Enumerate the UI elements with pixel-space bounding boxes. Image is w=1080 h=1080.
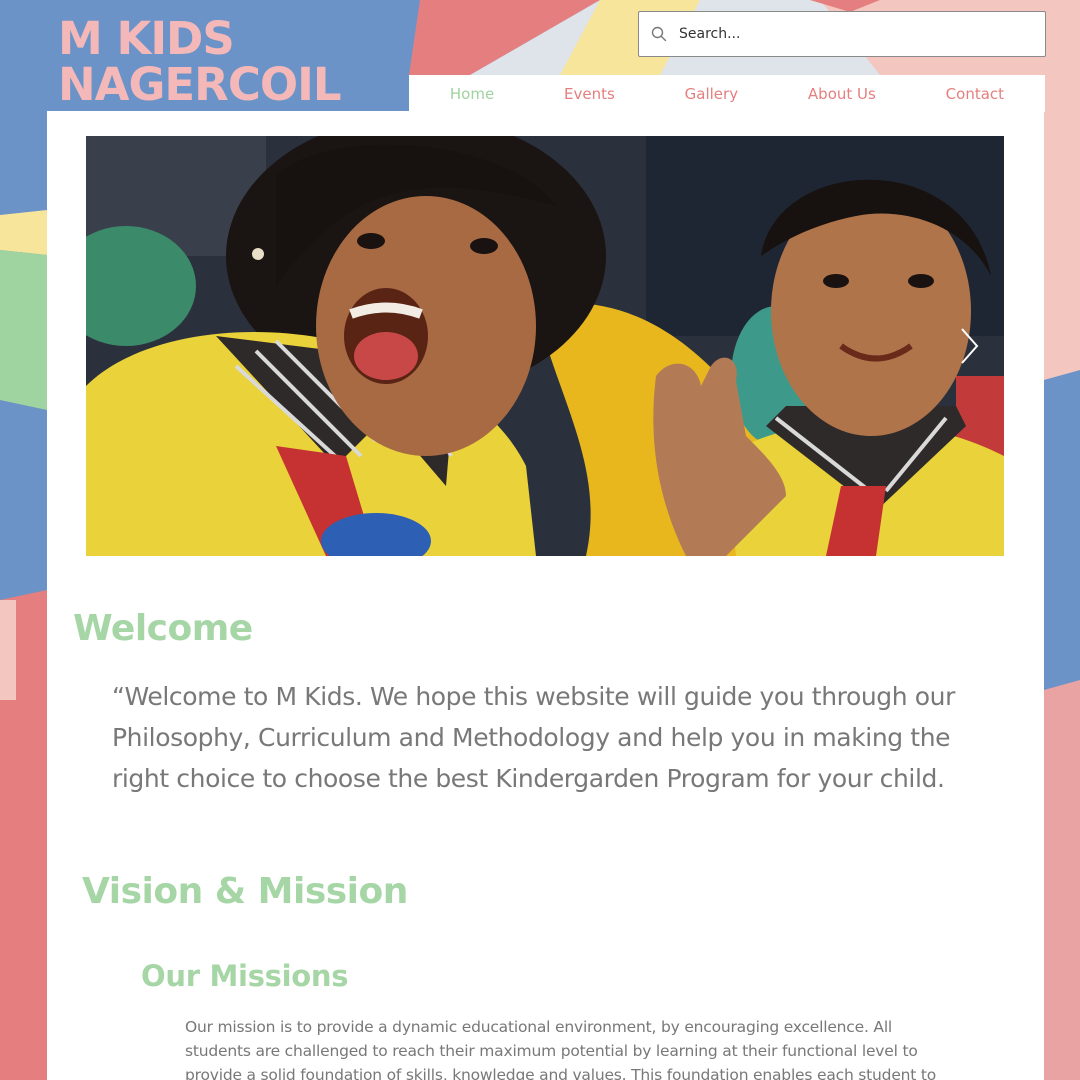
content-panel: Welcome “Welcome to M Kids. We hope this… [47, 111, 1044, 1080]
nav-item-events[interactable]: Events [564, 85, 615, 103]
nav-item-home[interactable]: Home [450, 85, 494, 103]
hero-image [86, 136, 1004, 556]
welcome-heading: Welcome [73, 608, 253, 649]
logo-line-1: M KIDS [58, 12, 235, 65]
our-missions-heading: Our Missions [141, 959, 349, 993]
vision-mission-heading: Vision & Mission [82, 871, 408, 912]
slideshow-next-arrow-icon[interactable] [958, 326, 980, 366]
main-nav: Home Events Gallery About Us Contact [409, 75, 1045, 112]
missions-text: Our mission is to provide a dynamic educ… [185, 1018, 937, 1080]
hero-slideshow [86, 136, 1004, 556]
nav-item-gallery[interactable]: Gallery [685, 85, 738, 103]
search-icon [651, 25, 669, 43]
search-input[interactable] [679, 26, 1045, 42]
nav-item-contact[interactable]: Contact [946, 85, 1004, 103]
nav-item-about-us[interactable]: About Us [808, 85, 876, 103]
logo-line-2: NAGERCOIL [58, 58, 342, 111]
welcome-text: “Welcome to M Kids. We hope this website… [112, 682, 955, 793]
site-logo[interactable]: M KIDS NAGERCOIL [58, 12, 342, 111]
search-box[interactable] [638, 11, 1046, 57]
